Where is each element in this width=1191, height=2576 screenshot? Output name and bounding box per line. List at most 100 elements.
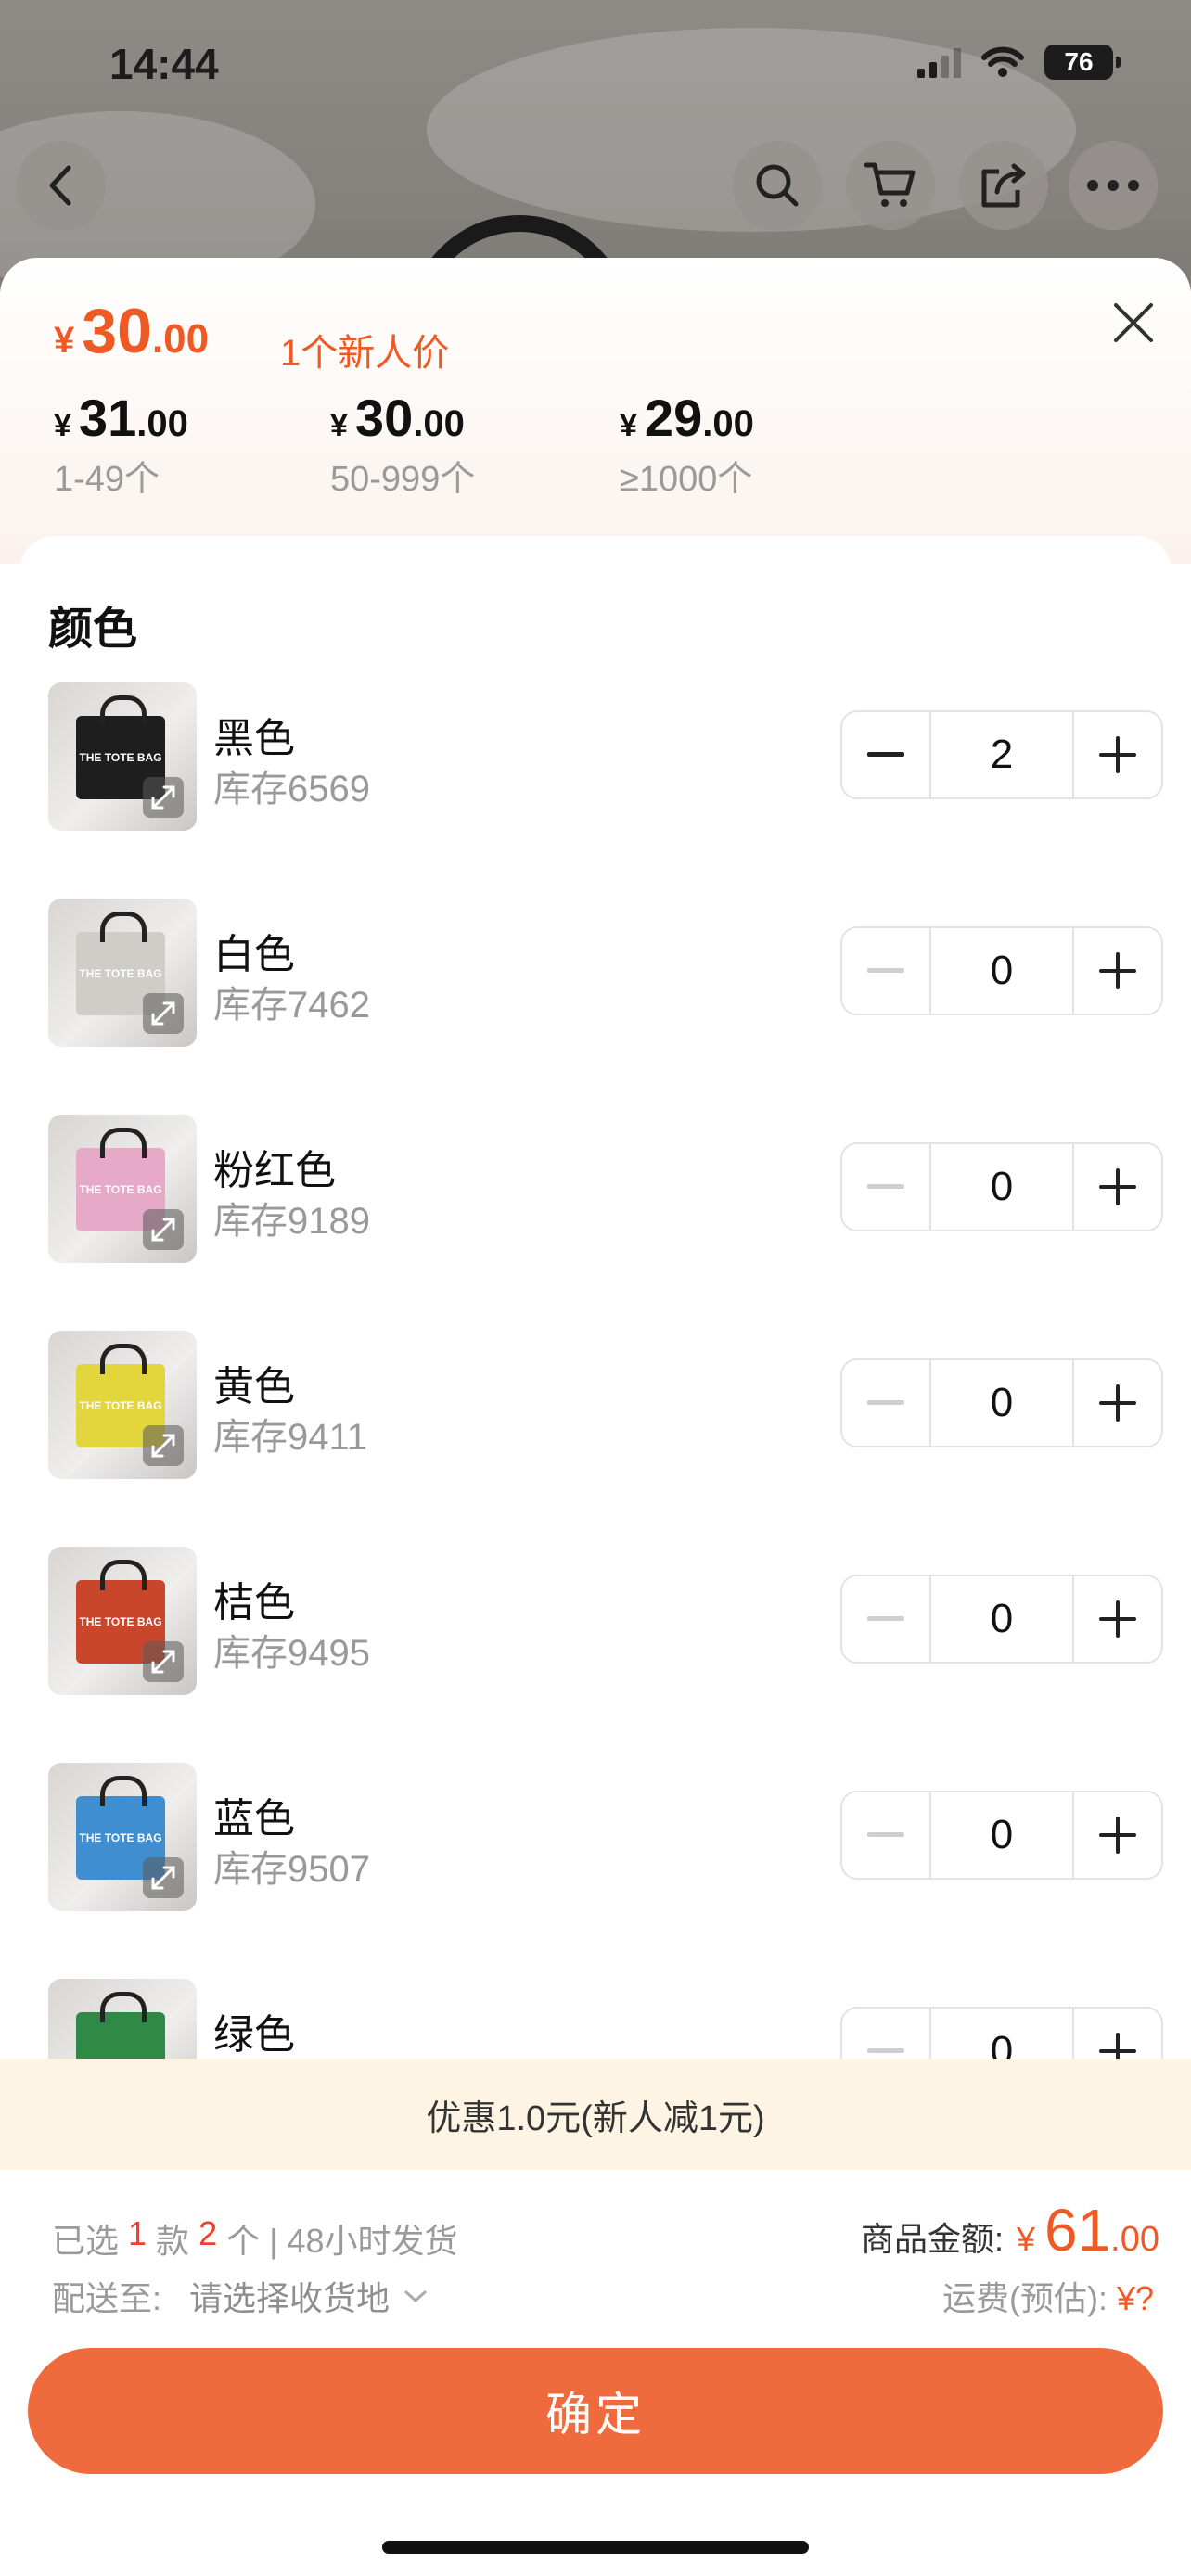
tier-range: ≥1000个 [620, 460, 753, 499]
minus-icon [867, 1184, 904, 1189]
price-header: ¥ 30 .00 1个新人价 ¥31.00 1-49个 ¥30.00 50-99… [0, 258, 1191, 564]
quantity-stepper[interactable]: 0 [840, 1358, 1163, 1447]
plus-icon [1099, 1168, 1136, 1205]
sku-stock: 库存9495 [213, 1633, 370, 1674]
decrease-button[interactable] [842, 928, 929, 1014]
minus-icon [867, 1616, 904, 1621]
share-button[interactable] [959, 141, 1048, 230]
sku-thumbnail[interactable]: THE TOTE BAG [48, 899, 197, 1047]
shipping-address-selector[interactable]: 配送至: 请选择收货地 [52, 2272, 432, 2320]
increase-button[interactable] [1074, 1792, 1161, 1878]
promo-banner: 优惠1.0元(新人减1元) [0, 2059, 1191, 2170]
decrease-button[interactable] [842, 1576, 929, 1662]
quantity-value[interactable]: 0 [929, 928, 1074, 1014]
quantity-value[interactable]: 2 [929, 712, 1074, 797]
quantity-stepper[interactable]: 0 [840, 926, 1163, 1015]
expand-icon[interactable] [143, 1641, 184, 1682]
decrease-button[interactable] [842, 1792, 929, 1878]
sku-thumbnail[interactable]: THE TOTE BAG [48, 1331, 197, 1479]
plus-icon [1099, 736, 1136, 773]
cart-button[interactable] [846, 141, 935, 230]
sku-section-title: 颜色 [48, 605, 138, 654]
sku-stock: 库存6569 [213, 769, 370, 810]
sku-thumbnail[interactable]: THE TOTE BAG [48, 1763, 197, 1911]
minus-icon [867, 1400, 904, 1405]
expand-icon[interactable] [143, 1425, 184, 1466]
quantity-value[interactable]: 0 [929, 1792, 1074, 1878]
quantity-stepper[interactable]: 0 [840, 1142, 1163, 1231]
quantity-stepper[interactable]: 0 [840, 1575, 1163, 1664]
quantity-stepper[interactable]: 0 [840, 1791, 1163, 1880]
sku-name: 粉红色 [213, 1148, 336, 1193]
new-user-price: ¥ 30 .00 [54, 296, 210, 366]
minus-icon [867, 752, 904, 757]
increase-button[interactable] [1074, 712, 1161, 797]
sku-name: 黑色 [213, 716, 295, 761]
sku-row: THE TOTE BAG 粉红色 库存9189 0 [48, 1115, 1163, 1263]
wifi-icon [981, 46, 1024, 77]
quantity-stepper[interactable]: 2 [840, 710, 1163, 799]
expand-icon[interactable] [143, 993, 184, 1034]
sku-name: 绿色 [213, 2012, 295, 2058]
selection-summary: 已选 1 款 2 个 | 48小时发货 [52, 2214, 458, 2263]
freight-estimate: 运费(预估): ¥? [941, 2279, 1154, 2317]
sku-stock: 库存9411 [213, 1417, 368, 1458]
status-time: 14:44 [109, 40, 219, 88]
cart-icon [864, 162, 916, 207]
selected-kinds: 1 [128, 2214, 147, 2252]
new-user-price-label: 1个新人价 [280, 333, 450, 374]
selected-count: 2 [198, 2214, 218, 2252]
sku-stock: 库存9507 [213, 1849, 370, 1890]
sku-row: THE TOTE BAG 蓝色 库存9507 0 [48, 1763, 1163, 1911]
battery-icon: 76 [1044, 45, 1121, 80]
sku-thumbnail[interactable]: THE TOTE BAG [48, 682, 197, 831]
expand-icon[interactable] [143, 1209, 184, 1250]
sku-list: 颜色 THE TOTE BAG 黑色 库存6569 2 THE TOTE BAG… [20, 536, 1171, 2168]
tier-range: 1-49个 [54, 460, 160, 499]
tier-range: 50-999个 [330, 460, 476, 499]
increase-button[interactable] [1074, 1576, 1161, 1662]
sku-name: 白色 [213, 932, 295, 977]
sku-name: 黄色 [213, 1364, 295, 1409]
sku-name: 桔色 [213, 1580, 295, 1626]
more-button[interactable] [1069, 141, 1158, 230]
quantity-value[interactable]: 0 [929, 1144, 1074, 1230]
cellular-signal-icon [917, 46, 961, 78]
increase-button[interactable] [1074, 928, 1161, 1014]
expand-icon[interactable] [143, 1857, 184, 1898]
decrease-button[interactable] [842, 712, 929, 797]
quantity-value[interactable]: 0 [929, 1576, 1074, 1662]
more-dots-icon [1087, 180, 1139, 191]
quantity-value[interactable]: 0 [929, 1360, 1074, 1446]
expand-icon[interactable] [143, 777, 184, 818]
back-arrow-icon [49, 165, 71, 206]
plus-icon [1099, 1384, 1136, 1422]
decrease-button[interactable] [842, 1360, 929, 1446]
search-button[interactable] [733, 141, 822, 230]
confirm-button[interactable]: 确定 [28, 2348, 1163, 2474]
sku-row: THE TOTE BAG 黄色 库存9411 0 [48, 1331, 1163, 1479]
sku-stock: 库存9189 [213, 1201, 370, 1242]
share-icon [981, 163, 1026, 208]
increase-button[interactable] [1074, 1144, 1161, 1230]
sku-thumbnail[interactable]: THE TOTE BAG [48, 1547, 197, 1695]
status-bar: 14:44 76 [0, 0, 1191, 130]
close-button[interactable] [1104, 293, 1163, 352]
sku-name: 蓝色 [213, 1796, 295, 1842]
sku-thumbnail[interactable]: THE TOTE BAG [48, 1115, 197, 1263]
sku-row: THE TOTE BAG 白色 库存7462 0 [48, 899, 1163, 1047]
sku-selector-sheet: ¥ 30 .00 1个新人价 ¥31.00 1-49个 ¥30.00 50-99… [0, 258, 1191, 2576]
sku-stock: 库存7462 [213, 985, 370, 1026]
price-tier: ¥30.00 50-999个 [330, 389, 476, 499]
increase-button[interactable] [1074, 1360, 1161, 1446]
decrease-button[interactable] [842, 1144, 929, 1230]
back-button[interactable] [17, 141, 106, 230]
shipping-address: 请选择收货地 [189, 2279, 391, 2317]
search-icon [756, 164, 799, 207]
minus-icon [867, 968, 904, 973]
home-indicator [382, 2541, 809, 2554]
price-tier: ¥31.00 1-49个 [54, 389, 188, 499]
goods-amount: 商品金额: ¥ 61 .00 [860, 2197, 1159, 2264]
plus-icon [1099, 1600, 1136, 1638]
sku-row: THE TOTE BAG 桔色 库存9495 0 [48, 1547, 1163, 1695]
